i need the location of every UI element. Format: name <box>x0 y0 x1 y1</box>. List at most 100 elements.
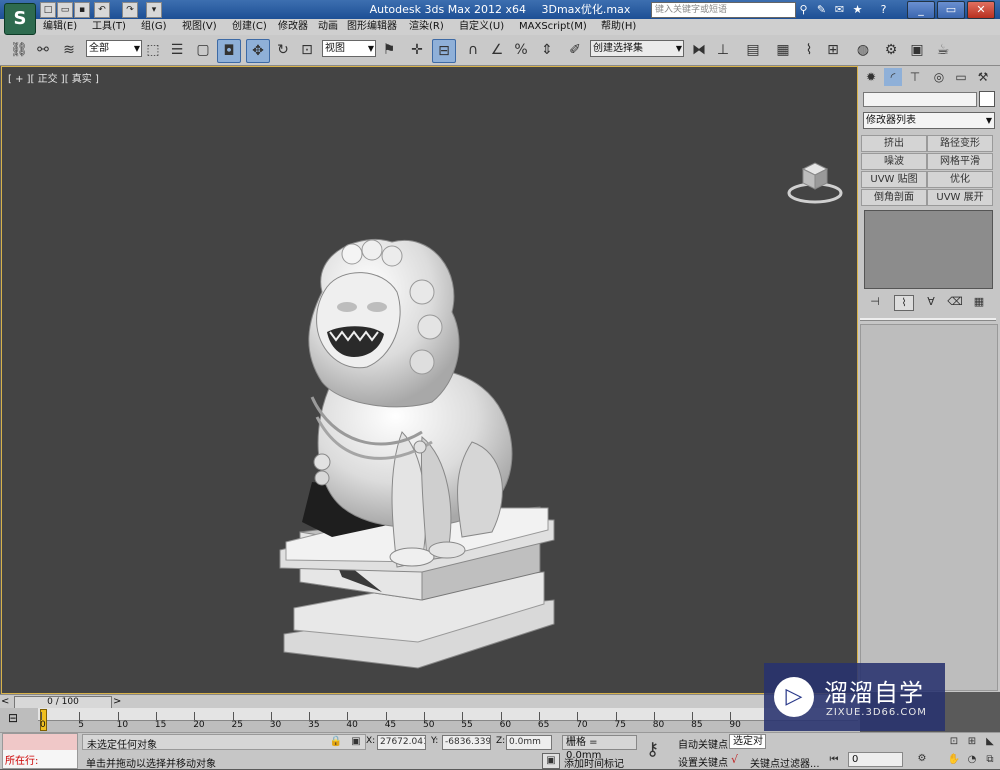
schematic-view-icon[interactable]: ⊞ <box>822 39 844 61</box>
selection-filter-dropdown[interactable]: 全部 ▼ <box>86 40 142 57</box>
motion-tab-icon[interactable]: ◎ <box>930 68 948 86</box>
help-icon[interactable]: ? <box>876 2 891 17</box>
binoculars-icon[interactable]: ⚲ <box>796 2 811 17</box>
modifier-list-dropdown[interactable]: 修改器列表 ▼ <box>863 112 995 129</box>
current-frame-field[interactable]: 0 <box>848 752 903 767</box>
menu-edit[interactable]: 编辑(E) <box>43 20 77 34</box>
maximize-button[interactable]: ▭ <box>937 1 965 19</box>
search-input[interactable]: 键入关键字或短语 <box>651 2 796 18</box>
angle-snap-icon[interactable]: ∠ <box>486 39 508 61</box>
unlink-icon[interactable]: ⚯ <box>32 39 54 61</box>
modifier-button-bevel-profile[interactable]: 倒角剖面 <box>861 189 927 206</box>
listener-input[interactable] <box>3 734 77 750</box>
close-button[interactable]: ✕ <box>967 1 995 19</box>
mirror-icon[interactable]: ⧓ <box>688 39 710 61</box>
menu-graph-editors[interactable]: 图形编辑器 <box>347 20 397 34</box>
select-and-link-icon[interactable]: ⛓ <box>8 39 30 61</box>
remove-modifier-icon[interactable]: ⌫ <box>946 295 964 309</box>
create-tab-icon[interactable]: ✹ <box>862 68 880 86</box>
modifier-button-extrude[interactable]: 挤出 <box>861 135 927 152</box>
communication-center-icon[interactable]: ✉ <box>832 2 847 17</box>
menu-animation[interactable]: 动画 <box>318 20 338 34</box>
menu-rendering[interactable]: 渲染(R) <box>409 20 444 34</box>
menu-modifiers[interactable]: 修改器 <box>278 20 308 34</box>
key-selection-dropdown[interactable]: 选定对象 <box>729 734 766 749</box>
select-and-scale-icon[interactable]: ⊡ <box>296 39 318 61</box>
align-icon[interactable]: ⊥ <box>712 39 734 61</box>
viewcube-icon[interactable] <box>785 157 845 207</box>
configure-modifier-sets-icon[interactable]: ▦ <box>970 295 988 309</box>
reference-coordinate-dropdown[interactable]: 视图 ▼ <box>322 40 376 57</box>
quick-access-dropdown-icon[interactable]: ▾ <box>146 2 162 18</box>
object-name-field[interactable] <box>863 92 977 107</box>
redo-icon[interactable]: ↷ <box>122 2 138 18</box>
maxscript-listener-mini[interactable]: 所在行: <box>2 733 78 769</box>
time-configuration-icon[interactable]: ⚙ <box>914 752 930 766</box>
app-logo-button[interactable]: S <box>4 3 36 35</box>
utilities-tab-icon[interactable]: ⚒ <box>974 68 992 86</box>
modifier-button-unwrap-uvw[interactable]: UVW 展开 <box>927 189 993 206</box>
window-crossing-icon[interactable]: ◘ <box>217 39 241 63</box>
menu-create[interactable]: 创建(C) <box>232 20 267 34</box>
snaps-toggle-icon[interactable]: ∩ <box>462 39 484 61</box>
save-file-icon[interactable]: ▪ <box>74 2 90 18</box>
modify-tab-icon[interactable]: ◜ <box>884 68 902 86</box>
edit-named-selection-icon[interactable]: ✐ <box>564 39 586 61</box>
selection-lock-icon[interactable]: 🔒 <box>328 735 344 749</box>
track-bar[interactable]: ⊟ 0 5 10 15 20 25 30 35 40 45 50 55 60 65 70 75 80 85 90 <box>0 708 860 732</box>
z-coordinate-field[interactable]: 0.0mm <box>506 735 552 750</box>
select-and-manipulate-icon[interactable]: ✛ <box>406 39 428 61</box>
menu-maxscript[interactable]: MAXScript(M) <box>519 20 587 34</box>
material-editor-icon[interactable]: ◍ <box>852 39 874 61</box>
modifier-button-noise[interactable]: 噪波 <box>861 153 927 170</box>
subscription-icon[interactable]: ✎ <box>814 2 829 17</box>
modifier-button-uvw-map[interactable]: UVW 贴图 <box>861 171 927 188</box>
percent-snap-icon[interactable]: % <box>510 39 532 61</box>
minimize-button[interactable]: _ <box>907 1 935 19</box>
mini-curve-editor-icon[interactable]: ⊟ <box>8 711 18 725</box>
graphite-tools-icon[interactable]: ▦ <box>772 39 794 61</box>
favorites-icon[interactable]: ★ <box>850 2 865 17</box>
y-coordinate-field[interactable]: -6836.3396 <box>442 735 491 750</box>
menu-tools[interactable]: 工具(T) <box>92 20 126 34</box>
named-selection-dropdown[interactable]: 创建选择集 ▼ <box>590 40 684 57</box>
spinner-snap-icon[interactable]: ⇕ <box>536 39 558 61</box>
absolute-mode-transform-icon[interactable]: ▣ <box>348 735 364 749</box>
new-file-icon[interactable]: □ <box>40 2 56 18</box>
rectangular-selection-icon[interactable]: ▢ <box>192 39 214 61</box>
make-unique-icon[interactable]: ∀ <box>922 295 940 309</box>
key-mode-icon[interactable]: √ <box>731 753 738 766</box>
x-coordinate-field[interactable]: 27672.041 <box>377 735 426 750</box>
viewport-label[interactable]: [ + ][ 正交 ][ 真实 ] <box>8 70 99 85</box>
menu-group[interactable]: 组(G) <box>141 20 167 34</box>
go-to-start-icon[interactable]: ⏮ <box>826 753 842 767</box>
render-setup-icon[interactable]: ⚙ <box>880 39 902 61</box>
menu-views[interactable]: 视图(V) <box>182 20 217 34</box>
menu-customize[interactable]: 自定义(U) <box>459 20 504 34</box>
select-by-name-icon[interactable]: ☰ <box>166 39 188 61</box>
select-and-rotate-icon[interactable]: ↻ <box>272 39 294 61</box>
zoom-extents-icon[interactable]: ⊡ <box>946 735 962 749</box>
time-slider-prev-arrow[interactable]: < <box>1 696 9 707</box>
orbit-icon[interactable]: ◔ <box>964 753 980 767</box>
modifier-stack-list[interactable] <box>864 210 993 289</box>
time-tag-icon[interactable]: ▣ <box>542 753 560 769</box>
field-of-view-icon[interactable]: ◣ <box>982 735 998 749</box>
display-tab-icon[interactable]: ▭ <box>952 68 970 86</box>
modifier-button-path-deform[interactable]: 路径变形 <box>927 135 993 152</box>
object-color-swatch[interactable] <box>979 91 995 107</box>
maximize-viewport-icon[interactable]: ⧉ <box>982 753 998 767</box>
pan-view-icon[interactable]: ✋ <box>946 753 962 767</box>
menu-help[interactable]: 帮助(H) <box>601 20 636 34</box>
time-slider[interactable]: 0 / 100 < > <box>0 694 860 709</box>
pivot-center-icon[interactable]: ⚑ <box>378 39 400 61</box>
open-file-icon[interactable]: ▭ <box>57 2 73 18</box>
pin-stack-icon[interactable]: ⊣ <box>866 295 884 309</box>
modifier-button-meshsmooth[interactable]: 网格平滑 <box>927 153 993 170</box>
hierarchy-tab-icon[interactable]: ⊤ <box>906 68 924 86</box>
key-icon[interactable]: ⚷ <box>646 739 659 760</box>
render-production-icon[interactable]: ☕ <box>932 39 954 61</box>
modifier-button-optimize[interactable]: 优化 <box>927 171 993 188</box>
zoom-extents-all-icon[interactable]: ⊞ <box>964 735 980 749</box>
layer-manager-icon[interactable]: ▤ <box>742 39 764 61</box>
